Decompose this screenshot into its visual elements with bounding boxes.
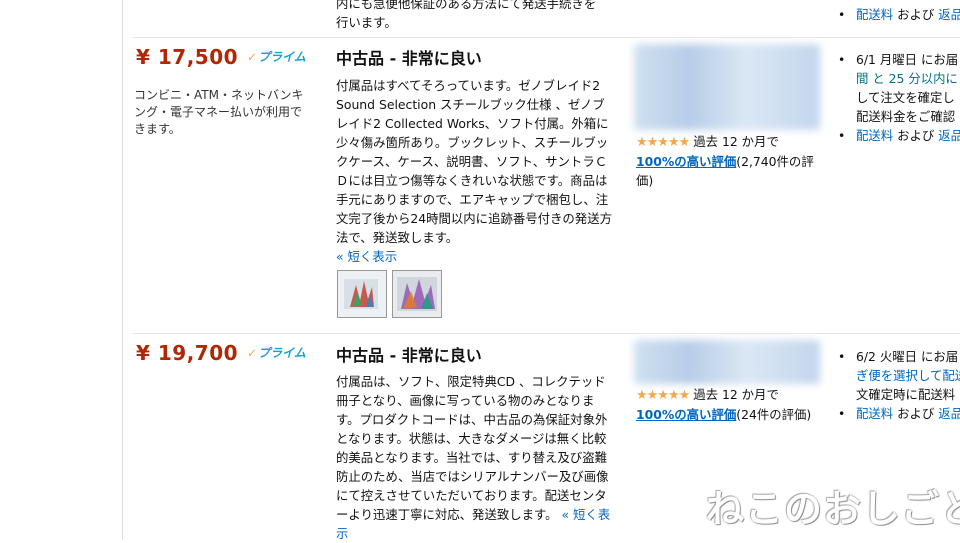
- returns-link[interactable]: 返品: [938, 7, 960, 22]
- positive-rating-link[interactable]: 100%の高い評価: [636, 407, 736, 422]
- list-bullet: •: [838, 7, 846, 22]
- returns-link[interactable]: 返品: [938, 406, 960, 421]
- seller-rating: ★★★★★ 過去 12 か月で 100%の高い評価(24件の評価): [636, 385, 820, 424]
- shipping-fee-link[interactable]: 配送料: [856, 7, 893, 22]
- previous-description-line: 内にも急便他保証のある方法にて発送手続きを: [336, 0, 597, 11]
- list-bullet: •: [838, 406, 846, 421]
- watermark-logo: ねこのおしごと: [706, 487, 960, 531]
- offer-price: ¥ 19,700: [136, 341, 239, 365]
- collapse-chevron-icon[interactable]: «: [562, 507, 574, 522]
- offer-description: 付属品はすべてそろっています。ゼノブレイド2 Sound Selection ス…: [336, 78, 612, 245]
- offer-price: ¥ 17,500: [136, 45, 239, 69]
- previous-offer-description: 内にも急便他保証のある方法にて発送手続きを 行います。: [336, 0, 616, 32]
- product-thumbnail[interactable]: [337, 270, 387, 318]
- seller-logo-blurred[interactable]: [634, 340, 820, 384]
- show-less-link[interactable]: 短く表示: [348, 249, 398, 264]
- shipping-fee-link[interactable]: 配送料: [856, 128, 893, 143]
- rating-period: 過去 12 か月で: [693, 387, 779, 402]
- list-bullet: •: [838, 349, 846, 364]
- delivery-info: • 6/2 火曜日 にお届 ぎ便を選択して配送 文確定時に配送料 • 配送料 および…: [838, 347, 960, 423]
- collapse-control: « 短く表示: [336, 247, 397, 266]
- prime-badge: ✓プライム: [247, 50, 306, 64]
- left-column-divider: [122, 0, 123, 540]
- returns-link[interactable]: 返品: [938, 128, 960, 143]
- seller-rating: ★★★★★ 過去 12 か月で 100%の高い評価(2,740件の評価): [636, 132, 820, 190]
- rating-count: (24件の評価): [736, 407, 812, 422]
- express-shipping-link[interactable]: ぎ便を選択して配送: [856, 368, 960, 383]
- collapse-chevron-icon[interactable]: «: [336, 249, 348, 264]
- shipping-fee-link[interactable]: 配送料: [856, 406, 893, 421]
- offer-condition: 中古品 - 非常に良い: [336, 49, 482, 68]
- prime-badge: ✓プライム: [247, 346, 306, 360]
- row-divider: [132, 37, 960, 38]
- row-divider: [132, 333, 960, 334]
- previous-description-line: 行います。: [336, 15, 397, 30]
- product-thumbnail[interactable]: [392, 270, 442, 318]
- prime-check-icon: ✓: [247, 346, 258, 360]
- offer-description: 付属品は、ソフト、限定特典CD 、コレクテッド冊子となり、画像に写っている物のみ…: [336, 372, 614, 543]
- rating-period: 過去 12 か月で: [693, 134, 779, 149]
- previous-offer-shipping-links: • 配送料 および 返品: [838, 5, 960, 24]
- prime-check-icon: ✓: [247, 50, 258, 64]
- offer-description-text: 付属品は、ソフト、限定特典CD 、コレクテッド冊子となり、画像に写っている物のみ…: [336, 374, 609, 522]
- payment-note: コンビニ・ATM・ネットバンキング・電子マネー払いが利用できます。: [134, 88, 304, 136]
- offer-condition: 中古品 - 非常に良い: [336, 346, 482, 365]
- list-bullet: •: [838, 128, 846, 143]
- delivery-info: • 6/1 月曜日 にお届 間 と 25 分以内に して注文を確定し 配送料金をご…: [838, 50, 960, 145]
- seller-logo-blurred[interactable]: [634, 44, 820, 130]
- positive-rating-link[interactable]: 100%の高い評価: [636, 154, 736, 169]
- star-rating-icon: ★★★★★: [636, 388, 690, 403]
- star-rating-icon: ★★★★★: [636, 135, 690, 150]
- and-text: および: [897, 7, 935, 22]
- list-bullet: •: [838, 52, 846, 67]
